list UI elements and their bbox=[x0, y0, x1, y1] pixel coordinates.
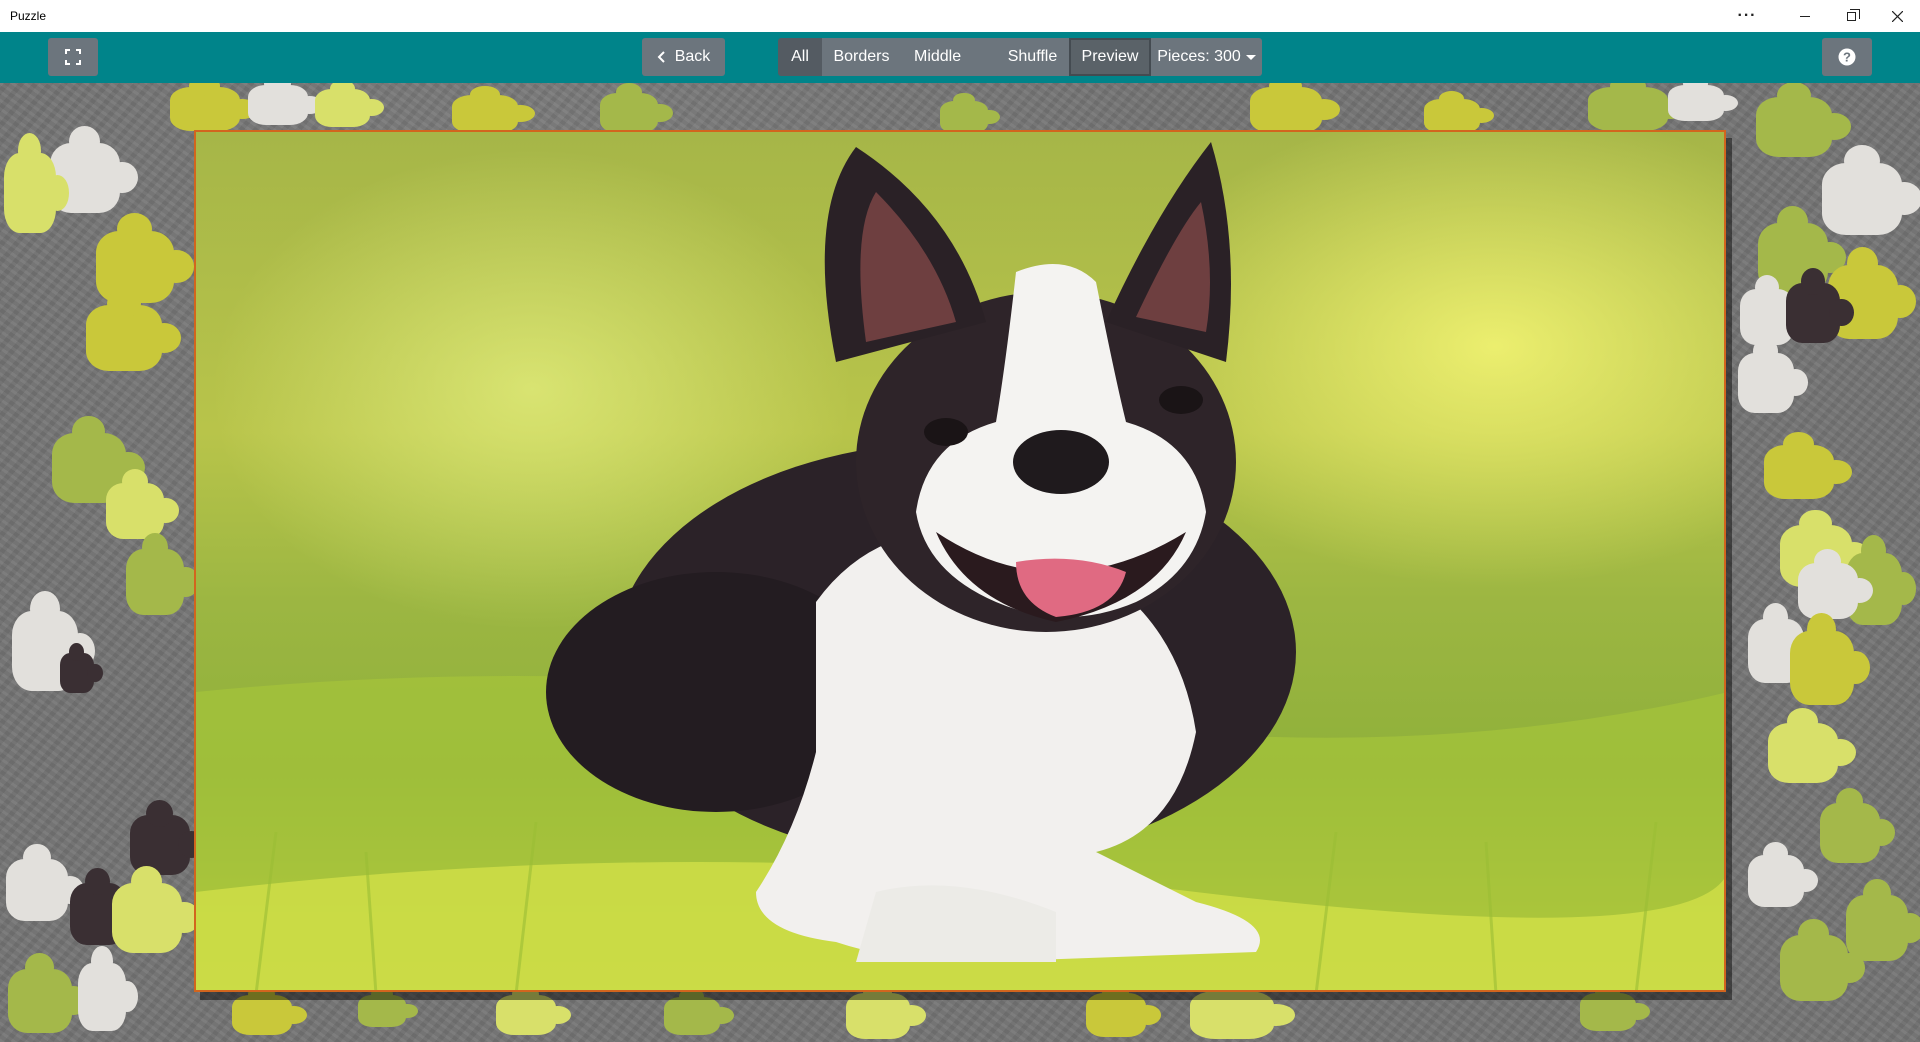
fullscreen-button[interactable] bbox=[48, 38, 98, 76]
pieces-dropdown-label: Pieces: 300 bbox=[1157, 48, 1241, 65]
puzzle-board[interactable] bbox=[0, 83, 1920, 1042]
puzzle-piece[interactable] bbox=[600, 83, 673, 133]
puzzle-piece[interactable] bbox=[8, 953, 88, 1033]
minimize-button[interactable] bbox=[1782, 0, 1828, 32]
puzzle-piece[interactable] bbox=[248, 83, 323, 125]
puzzle-piece[interactable] bbox=[1768, 708, 1856, 783]
puzzle-piece[interactable] bbox=[1764, 431, 1852, 499]
fullscreen-icon bbox=[65, 49, 81, 65]
puzzle-piece[interactable] bbox=[846, 981, 926, 1039]
puzzle-piece[interactable] bbox=[1424, 90, 1494, 133]
back-button-label: Back bbox=[674, 48, 711, 65]
puzzle-piece[interactable] bbox=[112, 865, 200, 953]
puzzle-piece[interactable] bbox=[1738, 338, 1808, 413]
puzzle-piece[interactable] bbox=[126, 532, 199, 615]
window-titlebar: Puzzle ··· bbox=[0, 0, 1920, 32]
puzzle-piece[interactable] bbox=[1790, 612, 1870, 705]
puzzle-piece[interactable] bbox=[1846, 878, 1920, 961]
caret-down-icon bbox=[1245, 54, 1256, 60]
preview-button[interactable]: Preview bbox=[1069, 38, 1151, 76]
close-button[interactable] bbox=[1874, 0, 1920, 32]
puzzle-piece[interactable] bbox=[452, 85, 535, 133]
puzzle-piece[interactable] bbox=[170, 83, 258, 131]
puzzle-piece[interactable] bbox=[106, 469, 179, 539]
puzzle-preview-image bbox=[194, 130, 1726, 992]
puzzle-piece[interactable] bbox=[232, 985, 307, 1035]
restore-icon bbox=[1846, 8, 1860, 21]
puzzle-piece[interactable] bbox=[1190, 979, 1295, 1039]
tab-all-label: All bbox=[791, 48, 809, 65]
puzzle-piece[interactable] bbox=[1086, 982, 1161, 1037]
pieces-dropdown[interactable]: Pieces: 300 bbox=[1151, 38, 1262, 76]
puzzle-piece[interactable] bbox=[1780, 918, 1865, 1001]
puzzle-piece[interactable] bbox=[1822, 145, 1920, 235]
tab-middle-label: Middle bbox=[914, 48, 962, 65]
puzzle-piece[interactable] bbox=[1250, 83, 1340, 133]
chevron-left-icon bbox=[657, 51, 665, 63]
puzzle-piece[interactable] bbox=[1580, 983, 1650, 1031]
puzzle-piece[interactable] bbox=[496, 985, 571, 1035]
puzzle-piece[interactable] bbox=[664, 987, 734, 1035]
tab-borders[interactable]: Borders bbox=[822, 38, 901, 76]
puzzle-piece[interactable] bbox=[315, 83, 384, 127]
help-button[interactable]: ? bbox=[1822, 38, 1872, 76]
back-button[interactable]: Back bbox=[642, 38, 725, 76]
svg-text:?: ? bbox=[1843, 50, 1851, 65]
puzzle-piece[interactable] bbox=[78, 946, 138, 1031]
minimize-icon bbox=[1800, 15, 1810, 17]
shuffle-button-label: Shuffle bbox=[1007, 48, 1058, 65]
restore-button[interactable] bbox=[1828, 0, 1874, 32]
puzzle-actions: Shuffle Preview Pieces: 300 bbox=[996, 38, 1262, 76]
puzzle-piece[interactable] bbox=[4, 133, 69, 233]
puzzle-piece[interactable] bbox=[1820, 788, 1895, 863]
puzzle-piece[interactable] bbox=[358, 987, 418, 1027]
puzzle-piece[interactable] bbox=[1756, 83, 1851, 157]
puzzle-piece[interactable] bbox=[130, 800, 205, 875]
help-icon: ? bbox=[1838, 48, 1856, 66]
shuffle-button[interactable]: Shuffle bbox=[996, 38, 1069, 76]
app-title: Puzzle bbox=[10, 9, 47, 23]
puzzle-piece[interactable] bbox=[940, 93, 1000, 133]
more-icon: ··· bbox=[1737, 7, 1757, 24]
puzzle-piece[interactable] bbox=[1798, 549, 1873, 619]
puzzle-piece[interactable] bbox=[1588, 83, 1688, 131]
tab-borders-label: Borders bbox=[833, 48, 890, 65]
puzzle-toolbar: Back All Borders Middle Shuffle Preview … bbox=[0, 32, 1920, 83]
puzzle-piece[interactable] bbox=[60, 643, 103, 693]
tab-all[interactable]: All bbox=[778, 38, 822, 76]
puzzle-piece[interactable] bbox=[1668, 83, 1738, 121]
puzzle-piece[interactable] bbox=[6, 843, 84, 921]
puzzle-piece[interactable] bbox=[1748, 842, 1818, 907]
more-options-button[interactable]: ··· bbox=[1724, 0, 1770, 32]
puzzle-piece[interactable] bbox=[86, 288, 181, 371]
puzzle-piece[interactable] bbox=[1786, 268, 1854, 343]
preview-button-label: Preview bbox=[1081, 48, 1139, 65]
dog-photo bbox=[196, 142, 1724, 990]
close-icon bbox=[1891, 10, 1903, 22]
